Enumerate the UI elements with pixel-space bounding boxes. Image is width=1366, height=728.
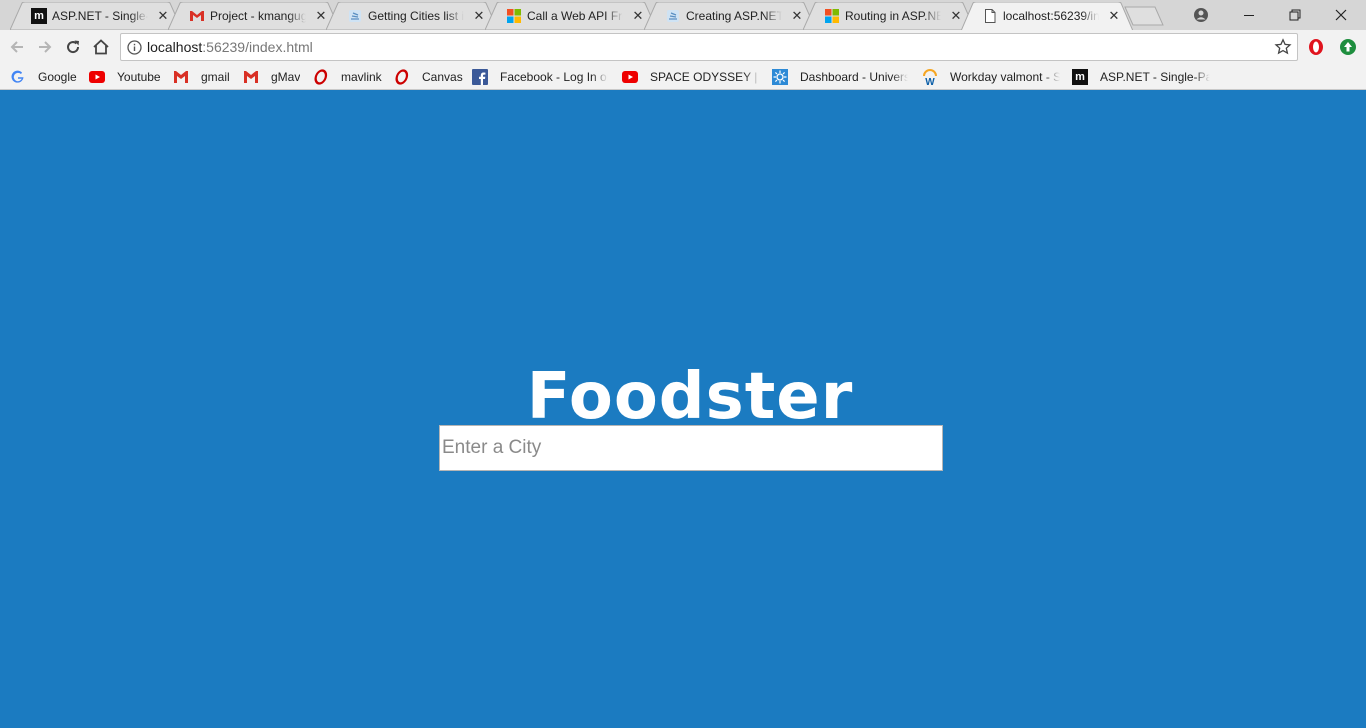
close-window-button[interactable] [1318,0,1364,30]
m-logo-icon: m [1072,69,1088,85]
m-logo-icon: m [31,8,47,24]
gmail-icon [189,8,205,24]
tab-strip: m ASP.NET - Single-Page ✕ Project - kman… [0,0,1366,30]
bookmark-google[interactable]: Google [10,68,77,86]
gmail-icon [173,69,189,85]
bookmark-label: gMav [271,70,301,84]
bookmark-label: Google [38,70,77,84]
bookmark-workday[interactable]: W Workday valmont - S [922,68,1060,86]
tab-title: Routing in ASP.NET [845,8,941,24]
bookmark-dashboard[interactable]: Dashboard - Univers [772,68,908,86]
address-bar[interactable]: localhost:56239/index.html [120,33,1298,61]
profile-icon[interactable] [1178,0,1224,30]
home-button[interactable] [89,35,113,59]
browser-toolbar: localhost:56239/index.html [0,30,1366,64]
close-icon[interactable]: ✕ [1106,8,1122,24]
info-icon[interactable] [127,40,142,55]
tab-project-kmanguga[interactable]: Project - kmanguga ✕ [168,2,340,30]
bookmark-gmail[interactable]: gmail [173,68,230,86]
url-path: :56239/index.html [202,39,313,55]
bookmark-canvas[interactable]: Canvas [394,68,463,86]
google-icon [10,69,26,85]
new-tab-button[interactable] [1124,6,1164,26]
gmail-icon [243,69,259,85]
bookmark-label: Facebook - Log In or [500,70,608,84]
microsoft-icon [506,8,522,24]
bookmark-label: Youtube [117,70,161,84]
bookmark-star-icon[interactable] [1274,38,1292,56]
reload-icon [67,40,80,54]
bookmark-space-odyssey[interactable]: SPACE ODYSSEY | De [622,68,760,86]
bookmark-label: Workday valmont - S [950,70,1060,84]
bookmarks-bar: Google Youtube gmail gMav mavlink Canvas… [0,64,1366,90]
bookmark-label: mavlink [341,70,382,84]
tab-title: localhost:56239/inde [1003,8,1099,24]
unomaha-icon [394,69,410,85]
stackoverflow-icon [665,8,681,24]
city-search-input[interactable] [439,425,943,471]
tab-title: ASP.NET - Single-Page [52,8,148,24]
url-host: localhost [147,39,203,55]
workday-icon: W [922,69,938,85]
facebook-icon [472,69,488,85]
arrow-left-icon [10,41,23,53]
unomaha-icon [313,69,329,85]
tab-routing-asp-net[interactable]: Routing in ASP.NET ✕ [803,2,975,30]
tab-title: Getting Cities list in [368,8,464,24]
tab-title: Creating ASP.NET W [686,8,782,24]
tab-asp-net-single-page[interactable]: m ASP.NET - Single-Page ✕ [10,2,182,30]
bookmark-label: ASP.NET - Single-Pag [1100,70,1210,84]
bookmark-label: Canvas [422,70,463,84]
tab-call-web-api[interactable]: Call a Web API From ✕ [485,2,657,30]
bookmark-mavlink[interactable]: mavlink [313,68,382,86]
minimize-button[interactable] [1226,0,1272,30]
tab-title: Project - kmanguga [210,8,306,24]
update-extension-icon[interactable] [1339,38,1357,56]
forward-button[interactable] [33,35,57,59]
bookmark-gmav[interactable]: gMav [243,68,300,86]
reload-button[interactable] [61,35,85,59]
youtube-icon [89,69,105,85]
tab-title: Call a Web API From [527,8,623,24]
bookmark-label: Dashboard - Univers [800,70,908,84]
arrow-right-icon [39,41,52,53]
bookmark-youtube[interactable]: Youtube [89,68,161,86]
microsoft-icon [824,8,840,24]
page-icon [982,8,998,24]
bookmark-label: SPACE ODYSSEY | De [650,70,760,84]
bookmark-label: gmail [201,70,230,84]
back-button[interactable] [5,35,29,59]
bookmark-asp-net[interactable]: m ASP.NET - Single-Pag [1072,68,1210,86]
stackoverflow-icon [347,8,363,24]
opera-extension-icon[interactable] [1307,38,1325,56]
dashboard-icon [772,69,788,85]
tab-getting-cities-list[interactable]: Getting Cities list in ✕ [326,2,498,30]
restore-button[interactable] [1272,0,1318,30]
bookmark-facebook[interactable]: Facebook - Log In or [472,68,608,86]
tab-creating-asp-net[interactable]: Creating ASP.NET W ✕ [644,2,816,30]
youtube-icon [622,69,638,85]
svg-text:W: W [925,77,935,85]
page-content: Foodster [0,91,1366,728]
tab-localhost-active[interactable]: localhost:56239/inde ✕ [961,2,1133,30]
home-icon [93,39,109,55]
url-text: localhost:56239/index.html [147,39,313,56]
